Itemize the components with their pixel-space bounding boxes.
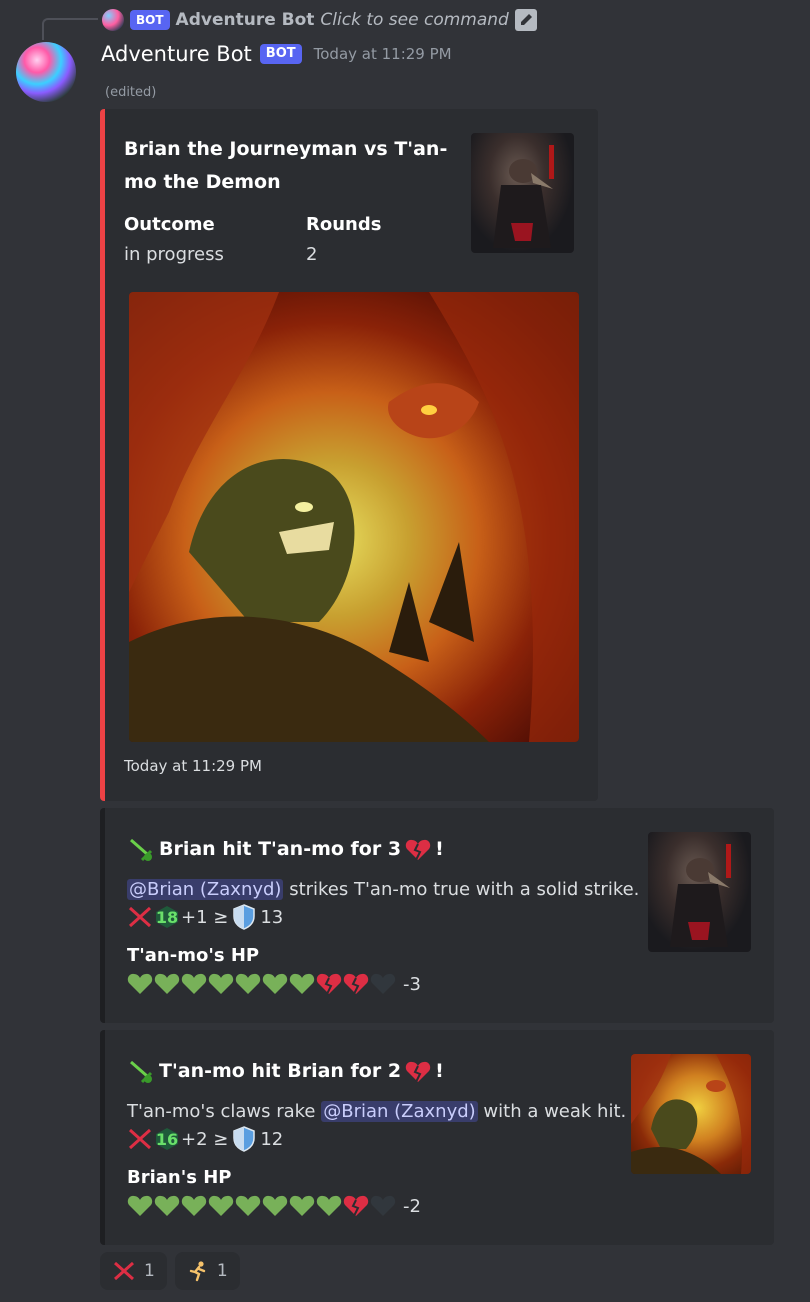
round-embed-1: Brian hit T'an-mo for 3 ! @Brian (Zaxnyd…	[100, 808, 774, 1023]
field-outcome-value: in progress	[124, 244, 224, 265]
reply-preview[interactable]: BOT Adventure Bot Click to see command	[102, 6, 537, 34]
green-heart-icon	[154, 1194, 180, 1218]
green-heart-icon	[235, 972, 261, 996]
green-heart-icon	[208, 972, 234, 996]
round1-title: Brian hit T'an-mo for 3 !	[127, 833, 444, 866]
green-heart-icon	[316, 1194, 342, 1218]
round1-hp-label: T'an-mo's HP	[127, 945, 260, 966]
broken-heart-icon	[343, 972, 369, 996]
bot-tag: BOT	[130, 10, 170, 30]
green-heart-icon	[208, 1194, 234, 1218]
round1-roll: 18 +1 ≥ 13	[127, 904, 283, 930]
field-rounds-value: 2	[306, 244, 318, 265]
round-embed-2: T'an-mo hit Brian for 2 ! T'an-mo's claw…	[100, 1030, 774, 1245]
user-mention[interactable]: @Brian (Zaxnyd)	[321, 1101, 478, 1122]
black-heart-icon	[370, 1194, 396, 1218]
broken-heart-icon	[343, 1194, 369, 1218]
green-heart-icon	[181, 1194, 207, 1218]
round1-thumbnail[interactable]	[648, 832, 751, 952]
reaction-count: 1	[144, 1261, 155, 1281]
battle-embed: Brian the Journeyman vs T'an- mo the Dem…	[100, 109, 598, 801]
avatar[interactable]	[16, 42, 76, 102]
round2-hp-label: Brian's HP	[127, 1167, 232, 1188]
round2-thumbnail[interactable]	[631, 1054, 751, 1174]
d20-icon: 18	[155, 906, 179, 928]
green-heart-icon	[154, 972, 180, 996]
embed-footer-timestamp: Today at 11:29 PM	[124, 757, 262, 775]
round2-description: T'an-mo's claws rake @Brian (Zaxnyd) wit…	[127, 1101, 627, 1122]
green-heart-icon	[289, 1194, 315, 1218]
green-heart-icon	[127, 972, 153, 996]
reply-author[interactable]: Adventure Bot	[176, 10, 315, 30]
dagger-icon	[127, 1058, 155, 1086]
green-heart-icon	[127, 1194, 153, 1218]
battle-image[interactable]	[129, 292, 579, 742]
shield-icon	[232, 904, 256, 930]
reaction-crossed-swords[interactable]: 1	[100, 1252, 167, 1290]
green-heart-icon	[262, 972, 288, 996]
shield-icon	[232, 1126, 256, 1152]
broken-heart-icon	[316, 972, 342, 996]
green-heart-icon	[262, 1194, 288, 1218]
bot-tag: BOT	[259, 44, 302, 64]
author-name[interactable]: Adventure Bot	[101, 42, 252, 66]
reply-connector	[42, 18, 98, 40]
message-header: Adventure Bot BOT Today at 11:29 PM	[101, 42, 452, 66]
black-heart-icon	[370, 972, 396, 996]
running-person-icon	[187, 1260, 209, 1282]
message-timestamp[interactable]: Today at 11:29 PM	[314, 45, 452, 63]
reaction-count: 1	[216, 1261, 228, 1281]
green-heart-icon	[289, 972, 315, 996]
green-heart-icon	[235, 1194, 261, 1218]
field-rounds-name: Rounds	[306, 214, 382, 235]
round2-hp-bar: -2	[127, 1194, 421, 1218]
broken-heart-icon	[405, 838, 431, 862]
hp-change: -3	[403, 973, 421, 995]
dagger-icon	[127, 836, 155, 864]
reply-avatar[interactable]	[102, 9, 124, 31]
round1-description: @Brian (Zaxnyd) strikes T'an-mo true wit…	[127, 879, 640, 900]
slash-command-icon	[514, 9, 537, 31]
green-heart-icon	[181, 972, 207, 996]
hp-change: -2	[403, 1195, 421, 1217]
crossed-swords-icon	[127, 1127, 153, 1151]
field-outcome-name: Outcome	[124, 214, 215, 235]
embed-thumbnail[interactable]	[471, 133, 574, 253]
reply-command-link[interactable]: Click to see command	[320, 10, 508, 30]
edited-label: (edited)	[105, 85, 157, 100]
round2-title: T'an-mo hit Brian for 2 !	[127, 1055, 444, 1088]
user-mention[interactable]: @Brian (Zaxnyd)	[127, 879, 284, 900]
crossed-swords-icon	[112, 1260, 136, 1282]
d20-icon: 16	[155, 1128, 179, 1150]
reaction-running-person[interactable]: 1	[174, 1252, 240, 1290]
round2-roll: 16 +2 ≥ 12	[127, 1126, 283, 1152]
embed-title: Brian the Journeyman vs T'an- mo the Dem…	[124, 138, 448, 193]
reactions-bar: 1 1	[100, 1252, 240, 1290]
round1-hp-bar: -3	[127, 972, 421, 996]
crossed-swords-icon	[127, 905, 153, 929]
broken-heart-icon	[405, 1060, 431, 1084]
